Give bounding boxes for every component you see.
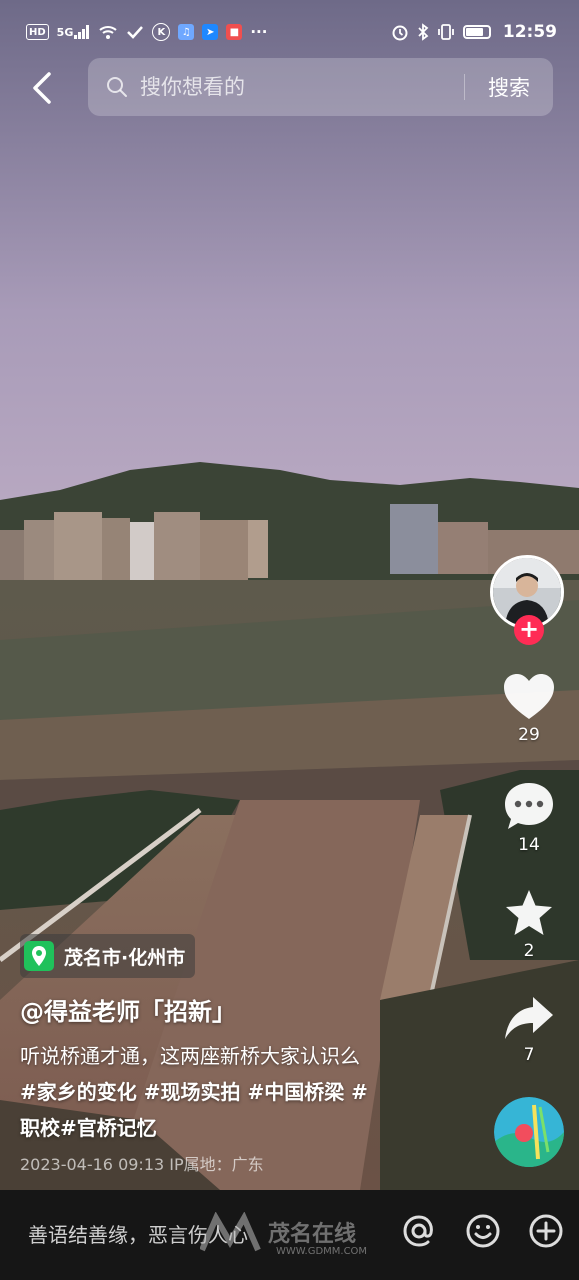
search-button[interactable]: 搜索 <box>465 72 553 102</box>
like-button[interactable]: 29 <box>490 673 568 745</box>
comment-button[interactable]: 14 <box>490 781 568 855</box>
red-app-icon: ■ <box>226 24 243 40</box>
follow-button[interactable]: + <box>514 615 544 645</box>
signal-label: 5G <box>56 26 74 39</box>
hashtags-line-1[interactable]: #家乡的变化 #现场实拍 #中国桥梁 # <box>20 1074 460 1110</box>
alarm-icon <box>392 25 408 41</box>
author-name[interactable]: @得益老师「招新」 <box>20 992 236 1027</box>
watermark-logo-icon <box>200 1212 261 1252</box>
music-disc[interactable] <box>494 1097 564 1167</box>
bluetooth-icon <box>418 23 429 41</box>
signal-icon: 5G <box>57 25 91 39</box>
heart-icon <box>504 674 554 719</box>
battery-level <box>465 28 484 36</box>
watermark-brand: 茂名在线 <box>268 1222 357 1247</box>
chevron-left-icon <box>33 72 51 104</box>
emoji-icon[interactable] <box>464 1212 502 1250</box>
music-app-icon: ♫ <box>178 24 195 40</box>
add-icon[interactable] <box>527 1212 565 1250</box>
star-icon <box>506 890 552 935</box>
comment-count: 14 <box>518 835 540 855</box>
wifi-icon <box>99 26 118 39</box>
battery-icon <box>462 25 491 39</box>
more-notifications-icon: ··· <box>250 23 268 41</box>
share-count: 7 <box>523 1045 535 1065</box>
location-text: 茂名市·化州市 <box>64 946 186 969</box>
post-meta: 2023-04-16 09:13 IP属地：广东 <box>20 1155 264 1174</box>
search-bar[interactable]: 搜索 <box>88 58 553 116</box>
signal-bars-icon <box>74 25 90 39</box>
status-bar-right: 12:59 <box>391 22 557 42</box>
vibrate-icon <box>437 24 454 40</box>
caption-line: 听说桥通才通，这两座新桥大家认识么 <box>20 1044 360 1068</box>
favorite-button[interactable]: 2 <box>490 889 568 961</box>
back-button[interactable] <box>22 64 62 112</box>
favorite-count: 2 <box>523 941 535 961</box>
maps-app-icon: ➤ <box>202 24 219 40</box>
location-pin-icon <box>24 941 54 971</box>
search-icon <box>107 77 127 97</box>
pin-glyph-icon <box>32 946 46 966</box>
status-bar: HD 5G K ♫ ➤ ■ ··· 12:59 <box>0 0 579 64</box>
status-bar-left: HD 5G K ♫ ➤ ■ ··· <box>26 23 267 41</box>
share-icon <box>505 997 553 1039</box>
comment-icon <box>505 783 553 829</box>
watermark-url: WWW.GDMM.COM <box>276 1246 368 1257</box>
k-app-icon: K <box>152 23 171 41</box>
mention-icon[interactable] <box>400 1212 438 1250</box>
watermark: 茂名在线 WWW.GDMM.COM <box>200 1212 367 1257</box>
location-tag[interactable]: 茂名市·化州市 <box>20 934 196 978</box>
music-cover-icon <box>494 1097 564 1167</box>
like-count: 29 <box>518 725 540 745</box>
network-type-badge: HD <box>26 24 49 40</box>
search-input[interactable] <box>138 74 464 100</box>
video-caption: 听说桥通才通，这两座新桥大家认识么 #家乡的变化 #现场实拍 #中国桥梁 # 职… <box>20 1038 460 1146</box>
share-button[interactable]: 7 <box>490 995 568 1065</box>
hashtags-line-2[interactable]: 职校#官桥记忆 <box>20 1110 460 1146</box>
clock: 12:59 <box>502 22 557 42</box>
vpn-icon <box>127 26 144 39</box>
